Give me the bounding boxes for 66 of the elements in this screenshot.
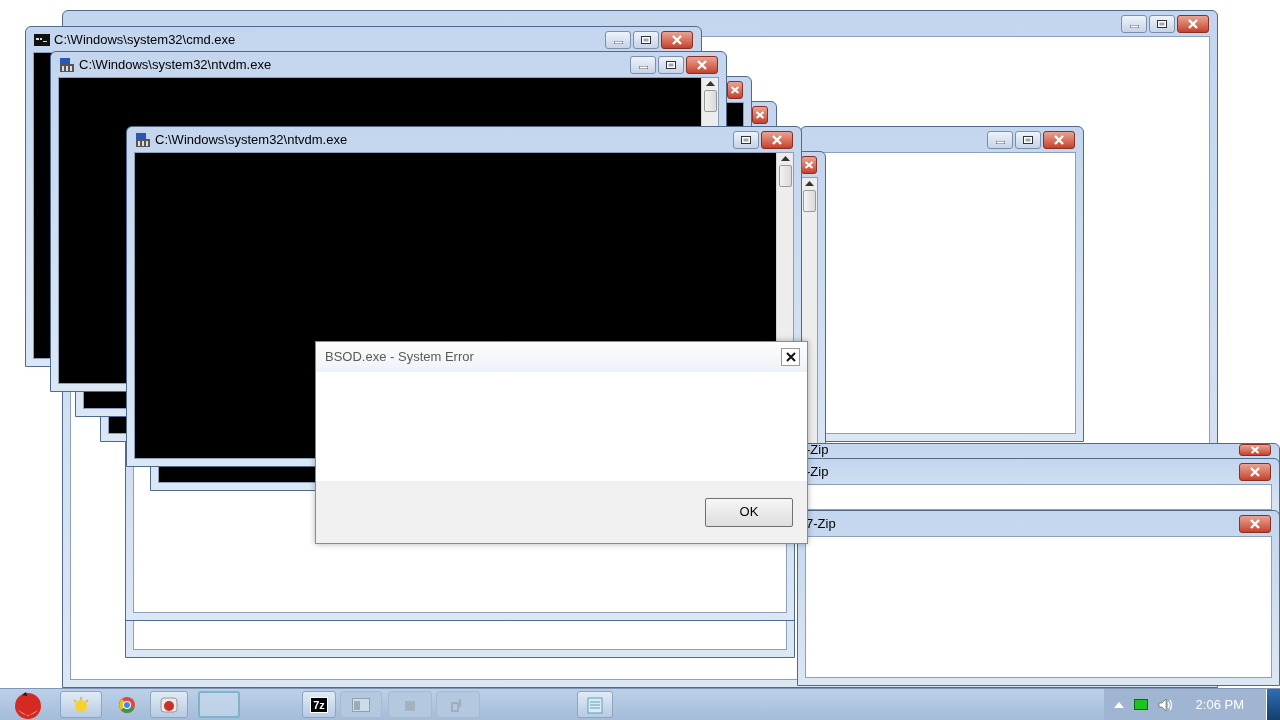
- maximize-icon: [1023, 135, 1033, 144]
- minimize-icon: [638, 65, 648, 69]
- close-icon: [1053, 134, 1065, 145]
- close-icon: [804, 160, 814, 169]
- show-desktop-button[interactable]: [1266, 689, 1280, 720]
- maximize-button[interactable]: [733, 130, 759, 149]
- taskbar-button[interactable]: [150, 691, 188, 718]
- taskbar-button[interactable]: 7z: [302, 691, 336, 718]
- window-title: -Zip: [806, 444, 829, 456]
- volume-icon: [1157, 697, 1174, 712]
- close-icon: [1249, 518, 1261, 529]
- close-button[interactable]: [752, 105, 768, 124]
- close-button[interactable]: [727, 80, 743, 99]
- dialog-title: BSOD.exe - System Error: [325, 348, 474, 367]
- close-icon: [1250, 446, 1260, 454]
- maximize-button[interactable]: [1149, 14, 1175, 33]
- notepad-icon: [587, 695, 603, 714]
- window-title: -Zip: [806, 462, 829, 481]
- scroll-up-icon: [780, 156, 790, 161]
- close-icon: [785, 352, 796, 362]
- close-button[interactable]: [1177, 14, 1209, 33]
- minimize-icon: [613, 40, 623, 44]
- close-button[interactable]: [1043, 130, 1075, 149]
- console-icon: [34, 33, 50, 46]
- maximize-button[interactable]: [1015, 130, 1041, 149]
- close-icon: [696, 59, 708, 70]
- maximize-icon: [1157, 19, 1167, 28]
- maximize-icon: [666, 60, 676, 69]
- app-icon: [160, 695, 178, 714]
- close-icon: [671, 34, 683, 45]
- maximize-icon: [641, 35, 651, 44]
- close-icon: [1187, 18, 1199, 29]
- close-button[interactable]: [761, 130, 793, 149]
- close-button[interactable]: [781, 348, 800, 366]
- close-button[interactable]: [686, 55, 718, 74]
- window-title: C:\Windows\system32\ntvdm.exe: [79, 55, 272, 74]
- maximize-button[interactable]: [633, 30, 659, 49]
- close-icon: [1249, 466, 1261, 477]
- close-icon: [755, 110, 765, 119]
- scroll-up-icon: [705, 81, 715, 86]
- scroll-up-icon: [804, 181, 814, 186]
- close-button[interactable]: [1239, 462, 1271, 481]
- minimize-icon: [1129, 24, 1139, 28]
- scroll-thumb[interactable]: [802, 190, 816, 212]
- minimize-icon: [995, 140, 1005, 144]
- window-title: 7-Zip: [806, 514, 836, 533]
- scroll-thumb[interactable]: [778, 165, 792, 187]
- browser-icon: [118, 695, 136, 714]
- network-icon: [1133, 698, 1148, 711]
- window-title: C:\Windows\system32\ntvdm.exe: [155, 130, 348, 149]
- close-icon: [730, 85, 740, 94]
- close-button[interactable]: [1239, 444, 1271, 456]
- close-icon: [771, 134, 783, 145]
- window-icon: [352, 697, 370, 712]
- window-title: C:\Windows\system32\cmd.exe: [54, 30, 236, 49]
- maximize-button[interactable]: [658, 55, 684, 74]
- ok-button[interactable]: OK: [705, 497, 793, 527]
- sun-icon: [72, 695, 90, 714]
- close-button[interactable]: [661, 30, 693, 49]
- program-icon: [135, 131, 151, 148]
- archive-icon: 7z: [310, 696, 328, 713]
- close-button[interactable]: [1239, 514, 1271, 533]
- program-icon: [59, 56, 75, 73]
- show-hidden-icon: [1113, 701, 1124, 708]
- scroll-thumb[interactable]: [703, 90, 717, 112]
- maximize-icon: [741, 135, 751, 144]
